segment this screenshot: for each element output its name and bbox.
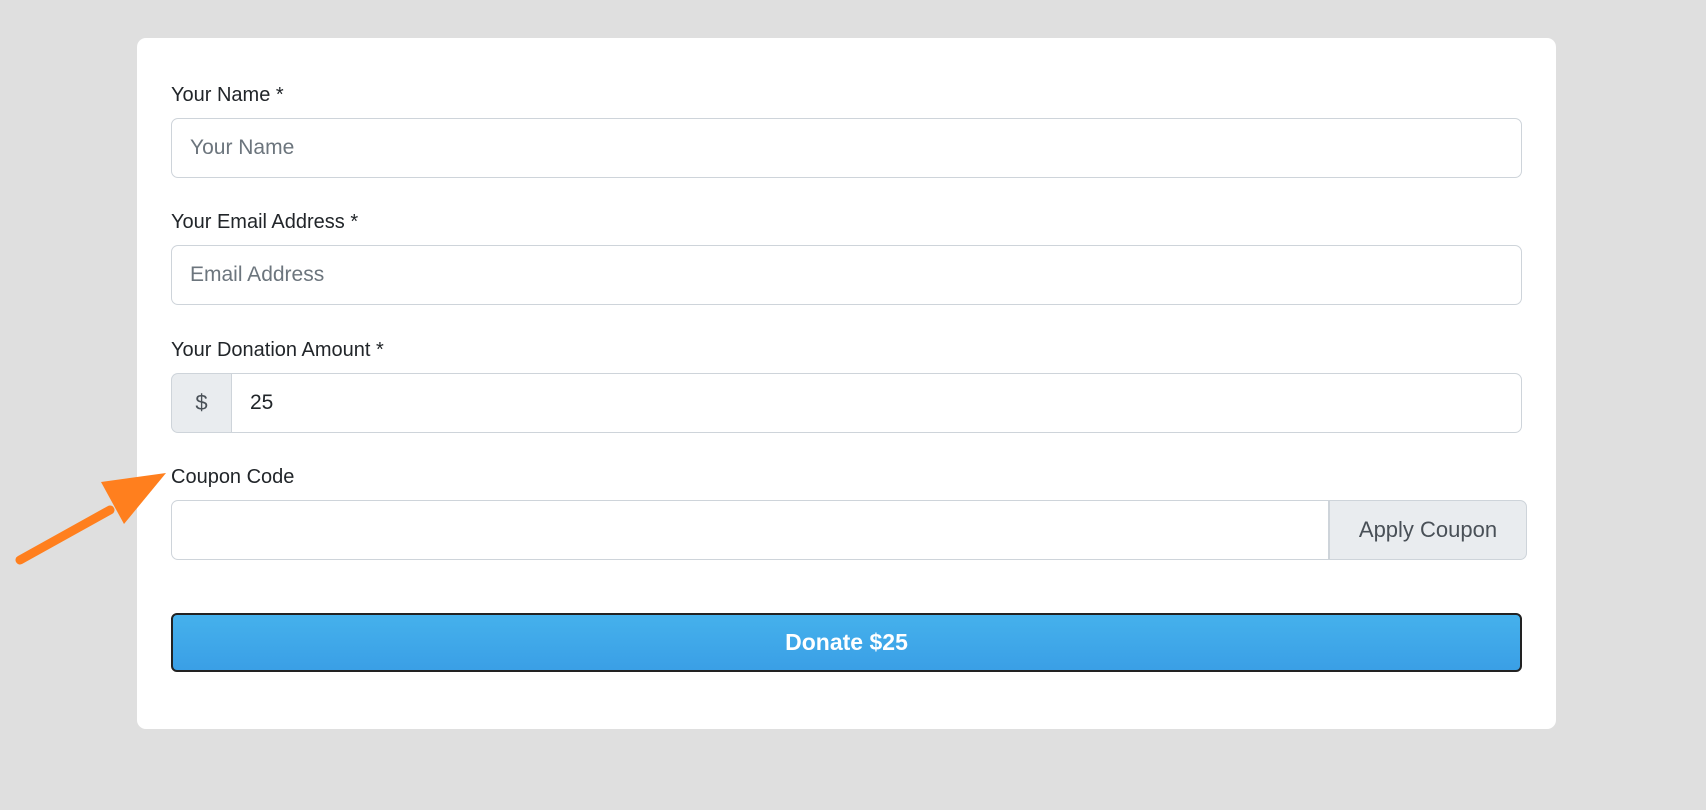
donation-amount-group: $ (171, 373, 1522, 433)
donation-amount-label: Your Donation Amount * (171, 339, 384, 361)
email-input[interactable] (171, 245, 1522, 305)
email-label: Your Email Address * (171, 211, 359, 233)
name-label: Your Name * (171, 84, 284, 106)
name-input[interactable] (171, 118, 1522, 178)
coupon-code-input[interactable] (171, 500, 1329, 560)
arrow-shaft (15, 505, 115, 565)
currency-symbol-addon: $ (171, 373, 231, 433)
apply-coupon-button[interactable]: Apply Coupon (1329, 500, 1527, 560)
donation-amount-input[interactable] (231, 373, 1522, 433)
donate-button[interactable]: Donate $25 (171, 613, 1522, 672)
coupon-code-label: Coupon Code (171, 466, 295, 488)
coupon-code-group: Apply Coupon (171, 500, 1527, 560)
donation-form-card: Your Name * Your Email Address * Your Do… (137, 38, 1556, 729)
